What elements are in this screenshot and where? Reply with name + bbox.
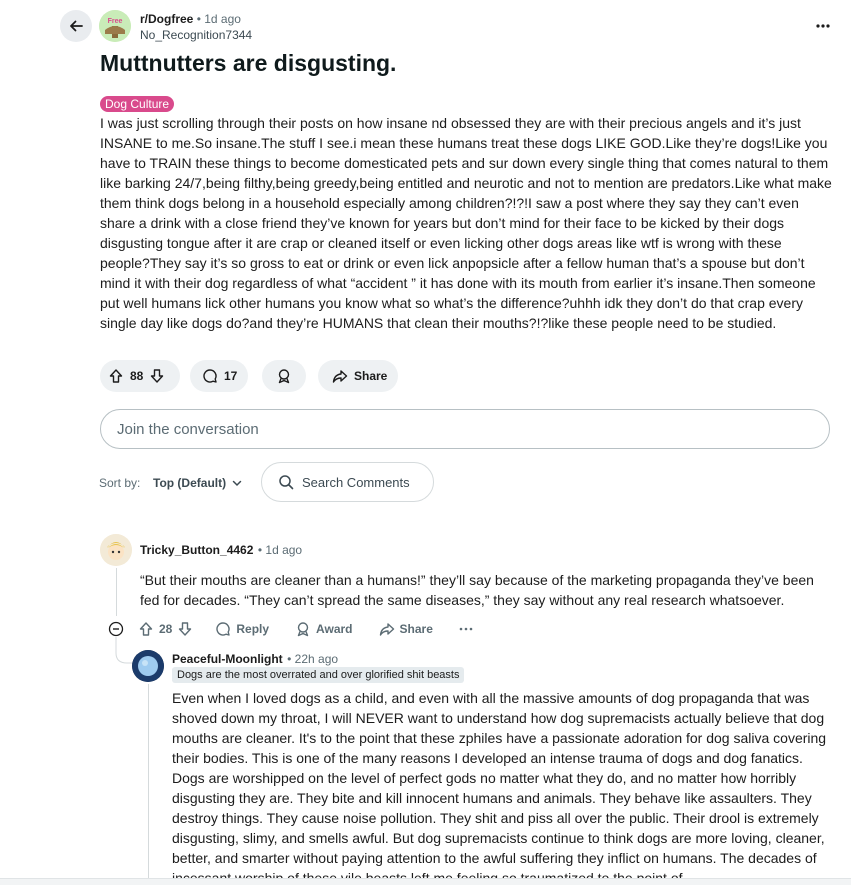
comment-author[interactable]: Tricky_Button_4462: [140, 543, 253, 557]
search-icon: [279, 475, 294, 490]
chevron-down-icon: [232, 480, 242, 487]
award-icon: [297, 622, 309, 637]
comment-count: 17: [224, 369, 238, 383]
share-arrow-icon: [379, 623, 394, 636]
subreddit-avatar[interactable]: Free: [99, 10, 131, 42]
sort-label: Sort by:: [99, 476, 141, 490]
upvote-icon[interactable]: [108, 368, 124, 384]
comment-icon: [216, 622, 231, 636]
thread-line: [116, 568, 117, 616]
comment-text: “But their mouths are cleaner than a hum…: [140, 572, 814, 608]
comment-time: 22h ago: [294, 652, 339, 666]
comment-header: Peaceful-Moonlight • 22h ago: [172, 652, 339, 666]
subreddit-name[interactable]: r/Dogfree: [140, 12, 193, 26]
reply-label: Reply: [236, 622, 270, 636]
user-avatar-icon: [100, 534, 132, 566]
share-label: Share: [354, 369, 388, 383]
award-button[interactable]: [262, 360, 306, 392]
award-icon: [278, 369, 290, 384]
sort-value: Top (Default): [153, 476, 227, 490]
vote-count: 88: [130, 369, 144, 383]
back-button[interactable]: [60, 10, 92, 42]
user-flair: Dogs are the most overrated and over glo…: [172, 667, 465, 683]
more-dots-icon: [816, 24, 830, 28]
comment-author[interactable]: Peaceful-Moonlight: [172, 652, 283, 666]
sort-dropdown[interactable]: Top (Default): [153, 476, 242, 490]
comment-time: 1d ago: [265, 543, 303, 557]
avatar[interactable]: [100, 534, 132, 566]
downvote-icon[interactable]: [177, 621, 193, 637]
comment-actions: 28 Reply Award Share: [108, 621, 473, 637]
post-author[interactable]: No_Recognition7344: [140, 28, 252, 43]
share-arrow-icon: [332, 370, 348, 383]
post-title: Muttnutters are disgusting.: [100, 50, 397, 76]
post-meta: r/Dogfree • 1d ago: [140, 12, 241, 26]
avatar[interactable]: [132, 650, 164, 682]
comment-header: Tricky_Button_4462 • 1d ago: [140, 543, 303, 557]
more-dots-icon[interactable]: [459, 627, 473, 631]
comment-vote-control: 28: [138, 621, 193, 637]
share-button[interactable]: Share: [318, 360, 398, 392]
collapse-icon[interactable]: [108, 621, 124, 637]
downvote-icon[interactable]: [149, 368, 165, 384]
join-conversation-input[interactable]: Join the conversation: [100, 409, 830, 449]
dogfree-logo-icon: Free: [99, 10, 131, 42]
search-comments-label: Search Comments: [302, 474, 410, 490]
thread-line: [148, 684, 149, 878]
more-options-button[interactable]: [812, 16, 834, 36]
award-button[interactable]: Award: [295, 621, 353, 637]
post-body: I was just scrolling through their posts…: [100, 115, 832, 331]
arrow-left-icon: [70, 20, 83, 32]
comment-icon: [203, 369, 217, 383]
search-comments-button[interactable]: Search Comments: [261, 462, 434, 502]
share-label: Share: [399, 622, 433, 636]
post-time: 1d ago: [204, 12, 241, 26]
comments-button[interactable]: 17: [190, 360, 248, 392]
svg-text:Free: Free: [108, 18, 123, 25]
award-label: Award: [316, 622, 353, 636]
vote-control: 88: [100, 360, 180, 392]
join-placeholder: Join the conversation: [117, 420, 259, 438]
reply-button[interactable]: Reply: [215, 621, 269, 637]
share-button[interactable]: Share: [379, 621, 433, 637]
upvote-icon[interactable]: [138, 621, 154, 637]
comment-vote-count: 28: [159, 622, 173, 636]
comment-text: Even when I loved dogs as a child, and e…: [172, 690, 827, 878]
post-flair[interactable]: Dog Culture: [100, 96, 175, 112]
moon-avatar-icon: [132, 650, 164, 682]
